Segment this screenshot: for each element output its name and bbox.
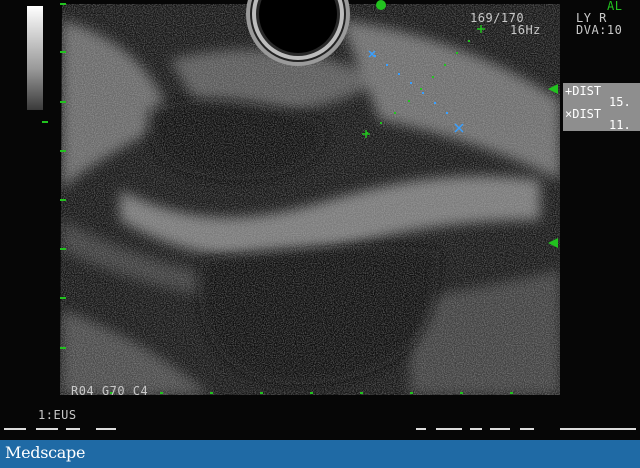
circle-marker-icon	[376, 0, 386, 10]
frequency-label: 16Hz	[510, 23, 541, 37]
brand-logo: Medscape	[5, 443, 86, 462]
ultrasound-image	[42, 0, 560, 395]
measurement-panel: +DIST 15. ×DIST 11.	[563, 83, 640, 131]
grayscale-bar	[27, 6, 43, 110]
measurement-1-value: 15.	[609, 95, 631, 109]
ultrasound-screen: AL 169/170 16Hz LY R DVA:10 +DIST 15. ×D…	[0, 0, 640, 440]
gain-settings: R04 G70 C4	[71, 384, 149, 398]
measurement-2-label: ×DIST	[565, 107, 602, 121]
footer-bar: Medscape	[0, 440, 640, 468]
dva-label: DVA:10	[576, 23, 623, 37]
mode-label: 1:EUS	[38, 408, 77, 422]
measurement-1-label: +DIST	[565, 84, 602, 98]
measurement-2-value: 11.	[609, 118, 631, 132]
top-right-label: AL	[607, 0, 623, 13]
